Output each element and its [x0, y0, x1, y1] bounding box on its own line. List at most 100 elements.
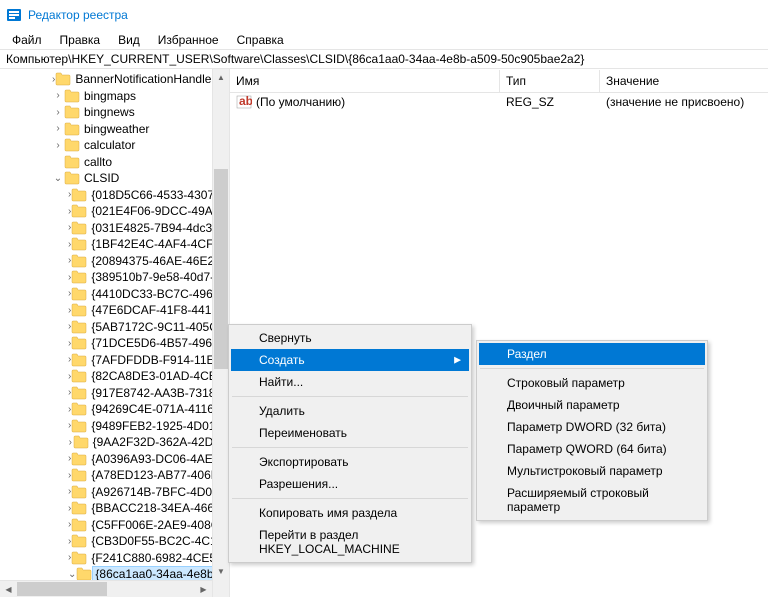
tree-item-label: {4410DC33-BC7C-496B-AAI	[90, 287, 230, 301]
list-row[interactable]: ab(По умолчанию)REG_SZ(значение не присв…	[230, 93, 768, 111]
menu-item[interactable]: Мультистроковый параметр	[479, 460, 705, 482]
menu-item[interactable]: Найти...	[231, 371, 469, 393]
tree-item[interactable]: ›{A78ED123-AB77-406B-9	[0, 467, 229, 484]
tree-item[interactable]: ›{94269C4E-071A-4116-90	[0, 401, 229, 418]
chevron-down-icon[interactable]: ⌄	[52, 173, 64, 184]
hscroll-thumb[interactable]	[17, 582, 107, 596]
menu-item[interactable]: Расширяемый строковый параметр	[479, 482, 705, 518]
tree-item[interactable]: ›{031E4825-7B94-4dc3-B131	[0, 220, 229, 237]
tree-item[interactable]: ›{021E4F06-9DCC-49AD-880	[0, 203, 229, 220]
folder-icon	[55, 72, 71, 86]
folder-icon	[71, 320, 87, 334]
folder-icon	[71, 551, 87, 565]
folder-icon	[71, 452, 87, 466]
tree-item[interactable]: ›BannerNotificationHandler.Ban	[0, 71, 229, 88]
tree-item-label: {C5FF006E-2AE9-408C-B8	[90, 518, 230, 532]
tree-item[interactable]: ›bingweather	[0, 121, 229, 138]
tree-item[interactable]: ›{389510b7-9e58-40d7-98bf	[0, 269, 229, 286]
address-bar[interactable]: Компьютер\HKEY_CURRENT_USER\Software\Cla…	[0, 49, 768, 69]
tree-item[interactable]: ›{9AA2F32D-362A-42D9-}	[0, 434, 229, 451]
tree-item[interactable]: › bingmaps	[0, 88, 229, 105]
tree-item[interactable]: ›{A926714B-7BFC-4D08-A	[0, 484, 229, 501]
tree-item-label: {389510b7-9e58-40d7-98bf	[90, 270, 230, 284]
menu-favorites[interactable]: Избранное	[150, 31, 227, 49]
tree-item-label: {94269C4E-071A-4116-90	[90, 402, 230, 416]
tree-item-label: {021E4F06-9DCC-49AD-880	[90, 204, 230, 218]
menu-item[interactable]: Экспортировать	[231, 451, 469, 473]
menu-item[interactable]: Свернуть	[231, 327, 469, 349]
tree-item-label: bingmaps	[83, 89, 137, 103]
tree-item[interactable]: ›{20894375-46AE-46E2-BAFI	[0, 253, 229, 270]
tree-item[interactable]: ›{5AB7172C-9C11-405C-8DI	[0, 319, 229, 336]
scroll-thumb[interactable]	[214, 169, 228, 369]
folder-icon	[71, 237, 87, 251]
folder-icon	[71, 353, 87, 367]
menu-item[interactable]: Переименовать	[231, 422, 469, 444]
tree-item[interactable]: ⌄CLSID	[0, 170, 229, 187]
menubar: Файл Правка Вид Избранное Справка	[0, 30, 768, 49]
folder-icon	[71, 419, 87, 433]
folder-icon	[71, 303, 87, 317]
folder-icon	[71, 204, 87, 218]
menu-item[interactable]: Удалить	[231, 400, 469, 422]
tree-item[interactable]: ›{4410DC33-BC7C-496B-AAI	[0, 286, 229, 303]
folder-icon	[71, 485, 87, 499]
tree-item[interactable]: ›{71DCE5D6-4B57-496B-AC;	[0, 335, 229, 352]
tree-item[interactable]: ›{CB3D0F55-BC2C-4C1A-8	[0, 533, 229, 550]
folder-icon	[71, 270, 87, 284]
menu-item[interactable]: Копировать имя раздела	[231, 502, 469, 524]
col-type[interactable]: Тип	[500, 70, 600, 92]
scroll-right-icon[interactable]: ▶	[195, 581, 212, 597]
tree-item[interactable]: ›{9489FEB2-1925-4D01-B;	[0, 418, 229, 435]
menu-file[interactable]: Файл	[4, 31, 50, 49]
chevron-right-icon[interactable]: ›	[52, 90, 64, 101]
menu-item[interactable]: Разрешения...	[231, 473, 469, 495]
tree-item[interactable]: ›{47E6DCAF-41F8-441C-BD0	[0, 302, 229, 319]
tree-item[interactable]: ›{7AFDFDDB-F914-11E4-83;	[0, 352, 229, 369]
menu-item[interactable]: Параметр DWORD (32 бита)	[479, 416, 705, 438]
folder-icon	[71, 501, 87, 515]
folder-icon	[71, 287, 87, 301]
menu-edit[interactable]: Правка	[52, 31, 109, 49]
context-menu: СвернутьСоздать▶Найти... УдалитьПереимено…	[228, 324, 472, 563]
tree-item[interactable]: ›{A0396A93-DC06-4AEF-E	[0, 451, 229, 468]
menu-view[interactable]: Вид	[110, 31, 148, 49]
menu-item[interactable]: Перейти в раздел HKEY_LOCAL_MACHINE	[231, 524, 469, 560]
scroll-up-icon[interactable]: ▲	[213, 69, 229, 86]
tree-item-label: {5AB7172C-9C11-405C-8DI	[90, 320, 230, 334]
menu-item[interactable]: Раздел	[479, 343, 705, 365]
tree-item[interactable]: ›{F241C880-6982-4CE5-8CI	[0, 550, 229, 567]
tree-item-label: {CB3D0F55-BC2C-4C1A-8	[90, 534, 230, 548]
titlebar: Редактор реестра	[0, 0, 768, 30]
menu-item[interactable]: Двоичный параметр	[479, 394, 705, 416]
tree-item[interactable]: ›calculator	[0, 137, 229, 154]
folder-icon	[64, 122, 80, 136]
scroll-left-icon[interactable]: ◀	[0, 581, 17, 597]
menu-help[interactable]: Справка	[229, 31, 292, 49]
tree-item[interactable]: ›{917E8742-AA3B-7318-F/	[0, 385, 229, 402]
tree-item[interactable]: ›{82CA8DE3-01AD-4CEA-	[0, 368, 229, 385]
tree-item[interactable]: ›bingnews	[0, 104, 229, 121]
chevron-right-icon[interactable]: ›	[52, 107, 64, 118]
folder-icon	[71, 221, 87, 235]
tree-hscrollbar[interactable]: ◀ ▶	[0, 580, 212, 597]
chevron-down-icon[interactable]: ⌄	[68, 569, 76, 580]
tree-item[interactable]: ›{C5FF006E-2AE9-408C-B8	[0, 517, 229, 534]
folder-icon	[64, 105, 80, 119]
folder-icon	[71, 518, 87, 532]
tree-item[interactable]: ›callto	[0, 154, 229, 171]
menu-item[interactable]: Строковый параметр	[479, 372, 705, 394]
tree-item[interactable]: ›{1BF42E4C-4AF4-4CFD-A1A	[0, 236, 229, 253]
tree-item[interactable]: ›{BBACC218-34EA-4666-9	[0, 500, 229, 517]
menu-separator	[480, 368, 704, 369]
tree-item[interactable]: ›{018D5C66-4533-4307-9B5	[0, 187, 229, 204]
col-value[interactable]: Значение	[600, 70, 768, 92]
tree-panel: ›BannerNotificationHandler.Ban›bingmaps›…	[0, 69, 230, 597]
scroll-down-icon[interactable]: ▼	[213, 563, 229, 580]
col-name[interactable]: Имя	[230, 70, 500, 92]
tree-vscrollbar[interactable]: ▲ ▼	[212, 69, 229, 597]
menu-item[interactable]: Создать▶	[231, 349, 469, 371]
chevron-right-icon[interactable]: ›	[52, 123, 64, 134]
chevron-right-icon[interactable]: ›	[52, 140, 64, 151]
menu-item[interactable]: Параметр QWORD (64 бита)	[479, 438, 705, 460]
